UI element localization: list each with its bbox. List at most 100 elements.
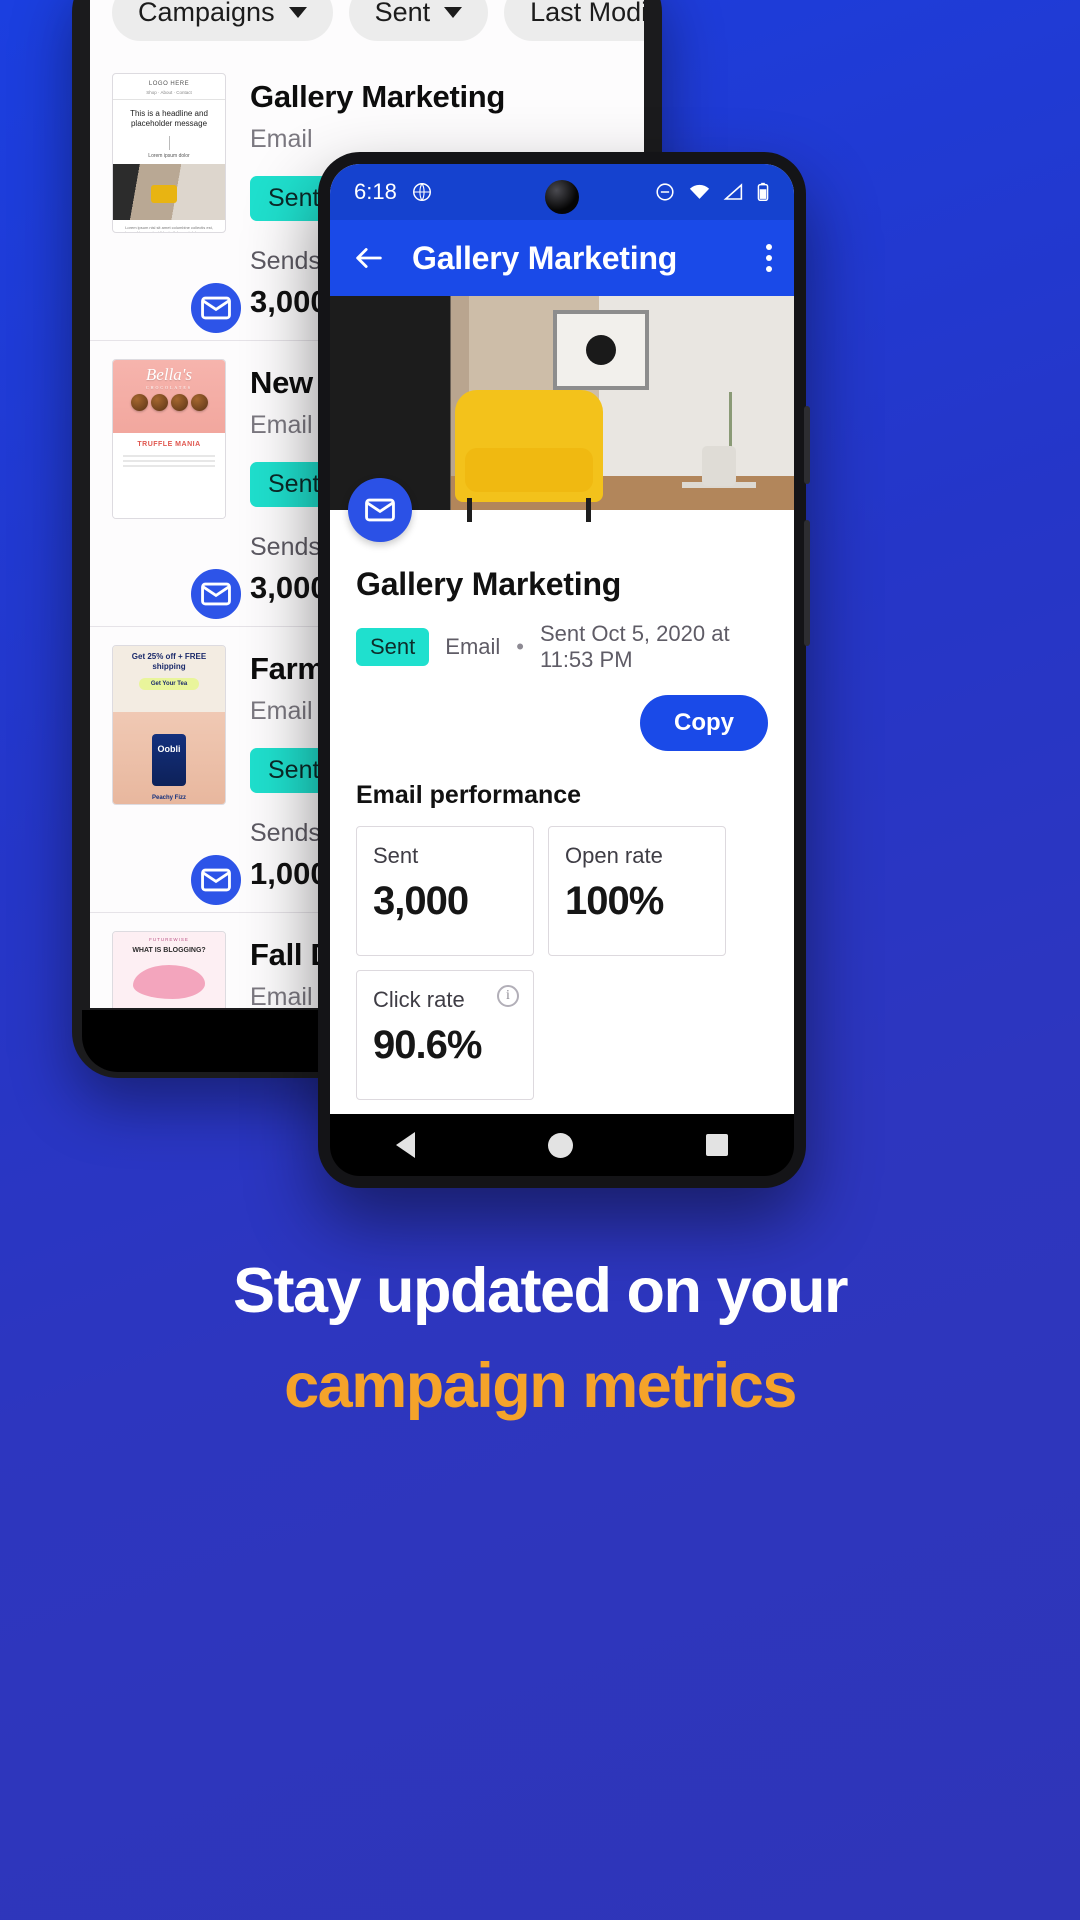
metric-label: Sent [373, 843, 419, 868]
stat-value: 1,000 [250, 856, 328, 891]
status-bar-time: 6:18 [354, 179, 397, 204]
filter-chip-campaigns[interactable]: Campaigns [112, 0, 333, 41]
metric-card-click-rate: Click rate 90.6% i [356, 970, 534, 1100]
recents-square-icon[interactable] [705, 1134, 728, 1156]
campaign-meta-row: Sent Email • Sent Oct 5, 2020 at 11:53 P… [356, 621, 768, 673]
campaign-title: Gallery Marketing [250, 79, 506, 114]
status-bar: 6:18 [330, 164, 794, 220]
thumb-top: Bella's CHOCOLATES [113, 360, 225, 433]
page-title: Gallery Marketing [412, 239, 678, 276]
battery-icon [757, 182, 769, 201]
email-badge-icon [188, 566, 244, 622]
hero-vase [702, 446, 736, 486]
thumb-brand-text: Bella's [145, 365, 193, 384]
thumb-truffles [113, 394, 225, 411]
wifi-icon [689, 184, 710, 199]
phone-detail-navbar [330, 1114, 794, 1176]
campaign-detail-screen: 6:18 Gallery Marketing Gallery Marketing… [330, 164, 794, 1126]
thumb-nav-text: Shop · About · Contact [113, 90, 225, 100]
stat-label: Sends [250, 247, 321, 275]
thumb-top: FUTUREWISE [149, 937, 189, 942]
metric-value: 3,000 [373, 879, 469, 923]
thumb-brand: Bella's CHOCOLATES [113, 360, 225, 390]
campaign-thumbnail-wrap: LOGO HERE Shop · About · Contact This is… [112, 73, 244, 336]
chevron-down-icon [288, 7, 307, 18]
metric-label: Open rate [565, 843, 663, 868]
metric-value: 90.6% [373, 1023, 482, 1067]
thumb-headline: Get 25% off + FREE shipping [113, 646, 225, 674]
thumb-brand-sub: CHOCOLATES [145, 385, 192, 390]
copy-button-row: Copy [356, 695, 768, 751]
email-badge-icon [188, 280, 244, 336]
back-triangle-icon[interactable] [396, 1132, 416, 1158]
do-not-disturb-icon [656, 183, 674, 201]
thumb-headline: This is a headline and placeholder messa… [130, 109, 208, 128]
stat-sends: Sends 3,000 [250, 247, 328, 320]
thumb-shape [133, 965, 205, 1000]
thumb-caption: Peachy Fizz [151, 795, 186, 801]
stat-sends: Sends 3,000 [250, 533, 328, 606]
email-badge-icon [188, 852, 244, 908]
stat-value: 3,000 [250, 570, 328, 605]
campaign-thumbnail-wrap: Get 25% off + FREE shipping Get Your Tea… [112, 645, 244, 908]
filter-chip-row: Campaigns Sent Last Modified [90, 0, 644, 55]
metric-card-sent: Sent 3,000 [356, 826, 534, 956]
status-badge: Sent [356, 628, 430, 666]
app-bar: Gallery Marketing [330, 220, 794, 296]
thumb-tagline: TRUFFLE MANIA [137, 440, 201, 448]
thumb-footer: Lorem ipsum nisl sit amet columbine coll… [122, 225, 216, 233]
globe-sync-icon [412, 183, 431, 201]
signal-icon [723, 183, 743, 200]
campaign-sent-at: Sent Oct 5, 2020 at 11:53 PM [539, 621, 730, 672]
campaign-thumbnail: Bella's CHOCOLATES TRUFFLE MANIA [112, 359, 226, 519]
home-circle-icon[interactable] [547, 1132, 573, 1158]
campaign-thumbnail: LOGO HERE Shop · About · Contact This is… [112, 73, 226, 233]
volume-button [804, 520, 810, 646]
performance-heading: Email performance [356, 781, 582, 809]
metric-label: Click rate [373, 987, 465, 1012]
hero-plant [729, 392, 732, 450]
stat-sends: Sends 1,000 [250, 819, 328, 892]
email-fab-icon [348, 478, 412, 542]
campaign-title: Gallery Marketing [356, 566, 622, 602]
chevron-down-icon [444, 7, 463, 18]
metric-card-open-rate: Open rate 100% [548, 826, 726, 956]
thumb-photo: Oobli Peachy Fizz [113, 712, 225, 804]
thumb-photo [113, 164, 225, 220]
campaign-thumbnail-wrap: Bella's CHOCOLATES TRUFFLE MANIA [112, 359, 244, 622]
campaign-type: Email [250, 125, 313, 153]
thumb-divider [168, 136, 170, 150]
campaign-type: Email [445, 634, 501, 659]
arrow-left-icon[interactable] [352, 241, 386, 275]
metric-value: 100% [565, 879, 664, 923]
campaign-hero-image [330, 296, 794, 542]
filter-chip-sent[interactable]: Sent [348, 0, 489, 41]
filter-chip-sent-label: Sent [374, 0, 431, 27]
thumb-product: Oobli [152, 734, 186, 786]
phone-detail-device: 6:18 Gallery Marketing Gallery Marketing… [318, 152, 810, 1188]
filter-chip-last-modified[interactable]: Last Modified [504, 0, 644, 41]
thumb-art: Get 25% off + FREE shipping Get Your Tea… [113, 646, 225, 804]
status-bar-right [654, 181, 770, 203]
stat-value: 3,000 [250, 284, 328, 319]
info-icon[interactable]: i [497, 985, 519, 1007]
copy-button[interactable]: Copy [640, 695, 768, 751]
stat-label: Sends [250, 533, 321, 561]
thumb-art: FUTUREWISE WHAT IS BLOGGING? [113, 932, 225, 1008]
campaign-thumbnail-wrap: FUTUREWISE WHAT IS BLOGGING? [112, 931, 226, 1008]
hero-chair [455, 390, 604, 522]
thumb-headline: WHAT IS BLOGGING? [132, 947, 206, 954]
stat-label: Sends [250, 819, 321, 847]
thumb-cta: Get Your Tea [139, 678, 199, 690]
filter-chip-last-modified-label: Last Modified [530, 0, 644, 27]
promo-caption: Stay updated on your campaign metrics [0, 1252, 1080, 1426]
meta-separator: • [516, 634, 524, 659]
power-button [804, 406, 810, 484]
campaign-detail-body: Gallery Marketing Sent Email • Sent Oct … [330, 510, 794, 1126]
thumb-logo-text: LOGO HERE [148, 81, 190, 87]
performance-cards: Sent 3,000 Open rate 100% Click rate 90.… [356, 826, 768, 1100]
kebab-menu-icon[interactable] [766, 244, 772, 272]
thumb-lines [113, 454, 225, 467]
filter-chip-campaigns-label: Campaigns [138, 0, 275, 27]
hero-wall-art [552, 310, 649, 390]
